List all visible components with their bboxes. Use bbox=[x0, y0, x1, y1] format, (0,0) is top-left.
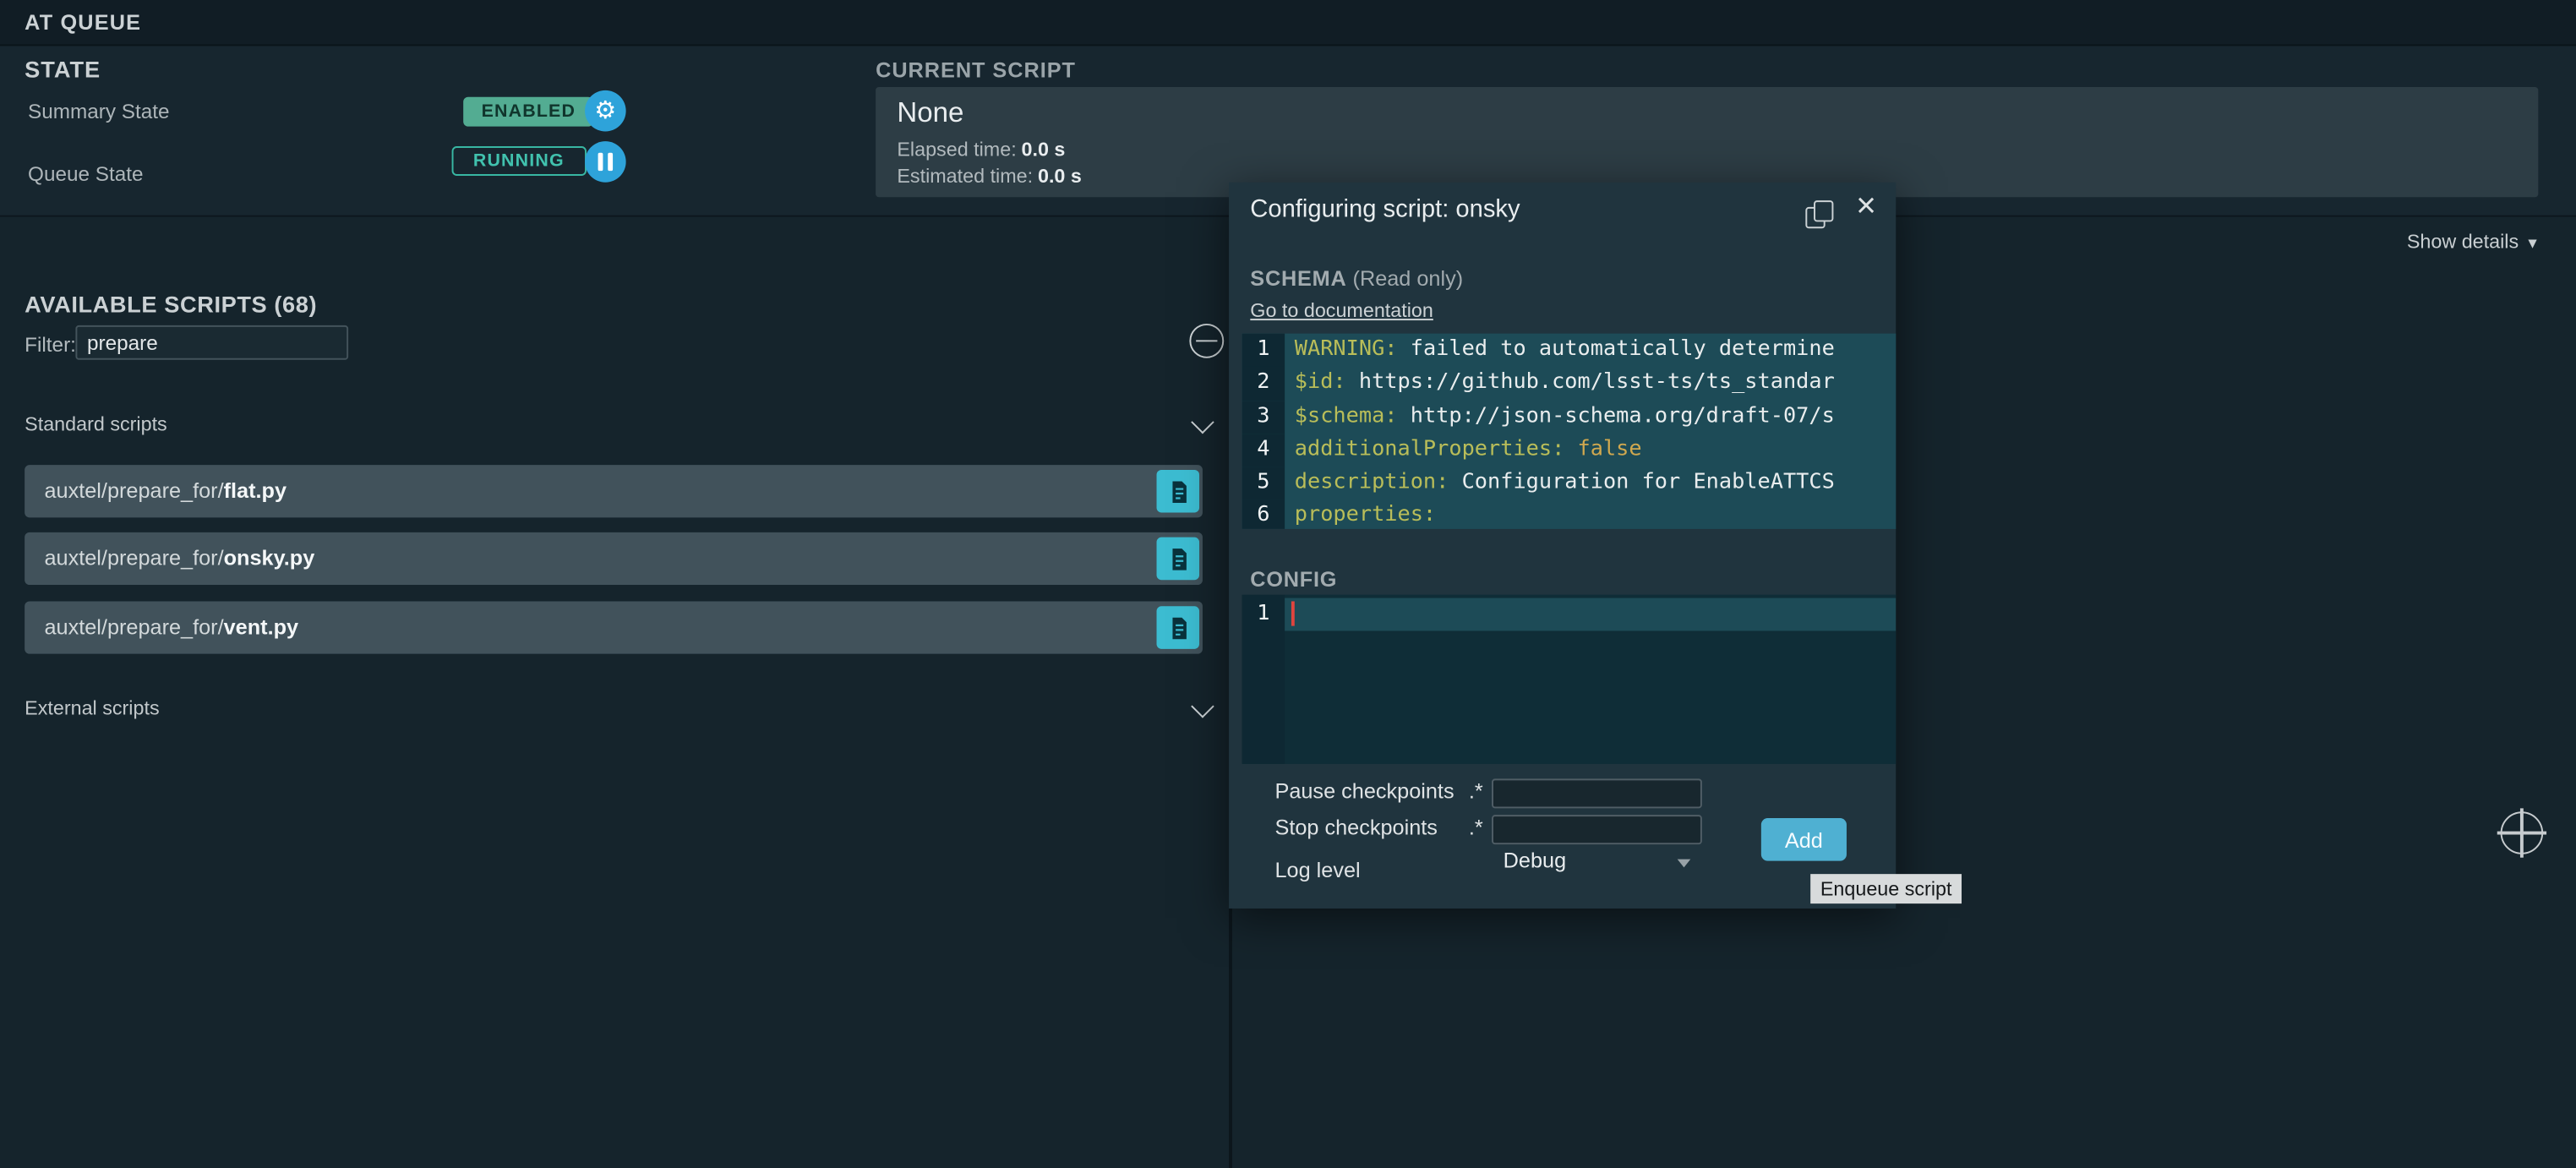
pause-checkpoints-hint: .* bbox=[1469, 778, 1483, 803]
chevron-down-icon bbox=[1191, 411, 1214, 434]
gear-icon: ⚙ bbox=[594, 99, 616, 123]
script-path: auxtel/prepare_for/vent.py bbox=[44, 601, 298, 653]
estimated-time-label: Estimated time: bbox=[897, 164, 1033, 187]
estimated-time-row: Estimated time:0.0 s bbox=[897, 164, 1082, 187]
config-heading: CONFIG bbox=[1250, 567, 1337, 592]
config-editor[interactable]: 1 bbox=[1242, 595, 1897, 764]
script-path-prefix: auxtel/prepare_for/ bbox=[44, 478, 223, 503]
current-script-name: None bbox=[897, 97, 963, 130]
script-path: auxtel/prepare_for/flat.py bbox=[44, 465, 287, 517]
schema-line: 1WARNING: failed to automatically determ… bbox=[1242, 334, 1897, 367]
external-scripts-label: External scripts bbox=[25, 696, 159, 719]
enqueue-script-icon bbox=[1165, 546, 1190, 570]
enqueue-script-button[interactable] bbox=[1157, 538, 1200, 581]
log-level-value: Debug bbox=[1504, 848, 1566, 872]
summary-state-label: Summary State bbox=[28, 101, 169, 123]
elapsed-time-label: Elapsed time: bbox=[897, 138, 1016, 161]
state-heading: STATE bbox=[25, 56, 101, 82]
script-row-vent[interactable]: auxtel/prepare_for/vent.py bbox=[25, 601, 1203, 653]
script-path-prefix: auxtel/prepare_for/ bbox=[44, 545, 223, 570]
stop-checkpoints-input[interactable] bbox=[1492, 815, 1702, 844]
close-icon[interactable]: × bbox=[1853, 186, 1880, 227]
stop-checkpoints-label: Stop checkpoints bbox=[1274, 815, 1437, 839]
active-line-highlight bbox=[1285, 598, 1896, 631]
schema-line: 2$id: https://github.com/lsst-ts/ts_stan… bbox=[1242, 367, 1897, 400]
config-line-number: 1 bbox=[1242, 598, 1285, 631]
text-cursor bbox=[1291, 601, 1295, 625]
filter-label: Filter: bbox=[25, 334, 76, 357]
top-bar: AT QUEUE bbox=[0, 0, 2576, 46]
schema-readonly-note: (Read only) bbox=[1347, 266, 1464, 291]
available-scripts-heading: AVAILABLE SCRIPTS (68) bbox=[25, 291, 317, 317]
script-path-prefix: auxtel/prepare_for/ bbox=[44, 614, 223, 639]
enqueue-script-icon bbox=[1165, 479, 1190, 504]
enqueue-script-tooltip: Enqueue script bbox=[1810, 874, 1962, 903]
target-crosshair-icon[interactable] bbox=[2497, 808, 2546, 857]
current-script-panel: None Elapsed time:0.0 s Estimated time:0… bbox=[876, 87, 2538, 197]
standard-scripts-group-header[interactable]: Standard scripts bbox=[0, 402, 1229, 448]
queue-state-badge: RUNNING bbox=[452, 146, 587, 176]
pause-icon bbox=[598, 153, 613, 171]
schema-line: 6properties: bbox=[1242, 500, 1897, 529]
schema-line: 5description: Configuration for EnableAT… bbox=[1242, 467, 1897, 499]
schema-heading: SCHEMA (Read only) bbox=[1250, 266, 1463, 291]
queue-state-label: Queue State bbox=[28, 162, 143, 185]
stop-checkpoints-hint: .* bbox=[1469, 815, 1483, 839]
queue-pause-button[interactable] bbox=[585, 141, 626, 183]
documentation-link[interactable]: Go to documentation bbox=[1250, 299, 1433, 322]
show-details-toggle[interactable]: Show details ▼ bbox=[2407, 230, 2540, 253]
current-script-heading: CURRENT SCRIPT bbox=[876, 57, 1076, 82]
script-name: vent.py bbox=[224, 614, 298, 639]
configure-script-modal: Configuring script: onsky × SCHEMA (Read… bbox=[1229, 183, 1896, 909]
script-name: onsky.py bbox=[224, 545, 315, 570]
schema-line: 3$schema: http://json-schema.org/draft-0… bbox=[1242, 401, 1897, 434]
estimated-time-value: 0.0 s bbox=[1038, 164, 1082, 187]
add-button[interactable]: Add bbox=[1761, 818, 1847, 861]
schema-line: 4additionalProperties: false bbox=[1242, 434, 1897, 467]
chevron-down-icon bbox=[1191, 695, 1214, 718]
external-scripts-group-header[interactable]: External scripts bbox=[0, 687, 1229, 733]
copy-icon[interactable] bbox=[1805, 200, 1833, 228]
page-title: AT QUEUE bbox=[25, 0, 141, 44]
log-level-label: Log level bbox=[1274, 858, 1360, 882]
script-name: flat.py bbox=[224, 478, 287, 503]
standard-scripts-label: Standard scripts bbox=[25, 412, 167, 435]
collapse-all-button[interactable] bbox=[1189, 324, 1224, 358]
log-level-select[interactable]: Debug bbox=[1492, 844, 1697, 881]
filter-input[interactable] bbox=[75, 325, 348, 360]
schema-heading-label: SCHEMA bbox=[1250, 266, 1346, 291]
summary-state-settings-button[interactable]: ⚙ bbox=[585, 90, 626, 132]
pause-checkpoints-label: Pause checkpoints bbox=[1274, 778, 1454, 803]
chevron-down-icon bbox=[1678, 860, 1691, 868]
elapsed-time-row: Elapsed time: 0.0 s bbox=[897, 138, 1065, 161]
enqueue-script-button[interactable] bbox=[1157, 470, 1200, 513]
enqueue-script-icon bbox=[1165, 615, 1190, 640]
modal-title: Configuring script: onsky bbox=[1250, 195, 1520, 223]
script-row-flat[interactable]: auxtel/prepare_for/flat.py bbox=[25, 465, 1203, 517]
chevron-down-icon: ▼ bbox=[2525, 235, 2540, 251]
script-row-onsky[interactable]: auxtel/prepare_for/onsky.py bbox=[25, 532, 1203, 585]
summary-state-badge: ENABLED bbox=[463, 97, 593, 127]
at-queue-page: AT QUEUE STATE Summary State ENABLED ⚙ Q… bbox=[0, 0, 2576, 1168]
pause-checkpoints-input[interactable] bbox=[1492, 778, 1702, 808]
enqueue-script-button[interactable] bbox=[1157, 606, 1200, 649]
script-path: auxtel/prepare_for/onsky.py bbox=[44, 532, 314, 585]
elapsed-time-value: 0.0 s bbox=[1022, 138, 1066, 161]
schema-editor[interactable]: 1WARNING: failed to automatically determ… bbox=[1242, 334, 1897, 529]
show-details-label: Show details bbox=[2407, 230, 2519, 253]
